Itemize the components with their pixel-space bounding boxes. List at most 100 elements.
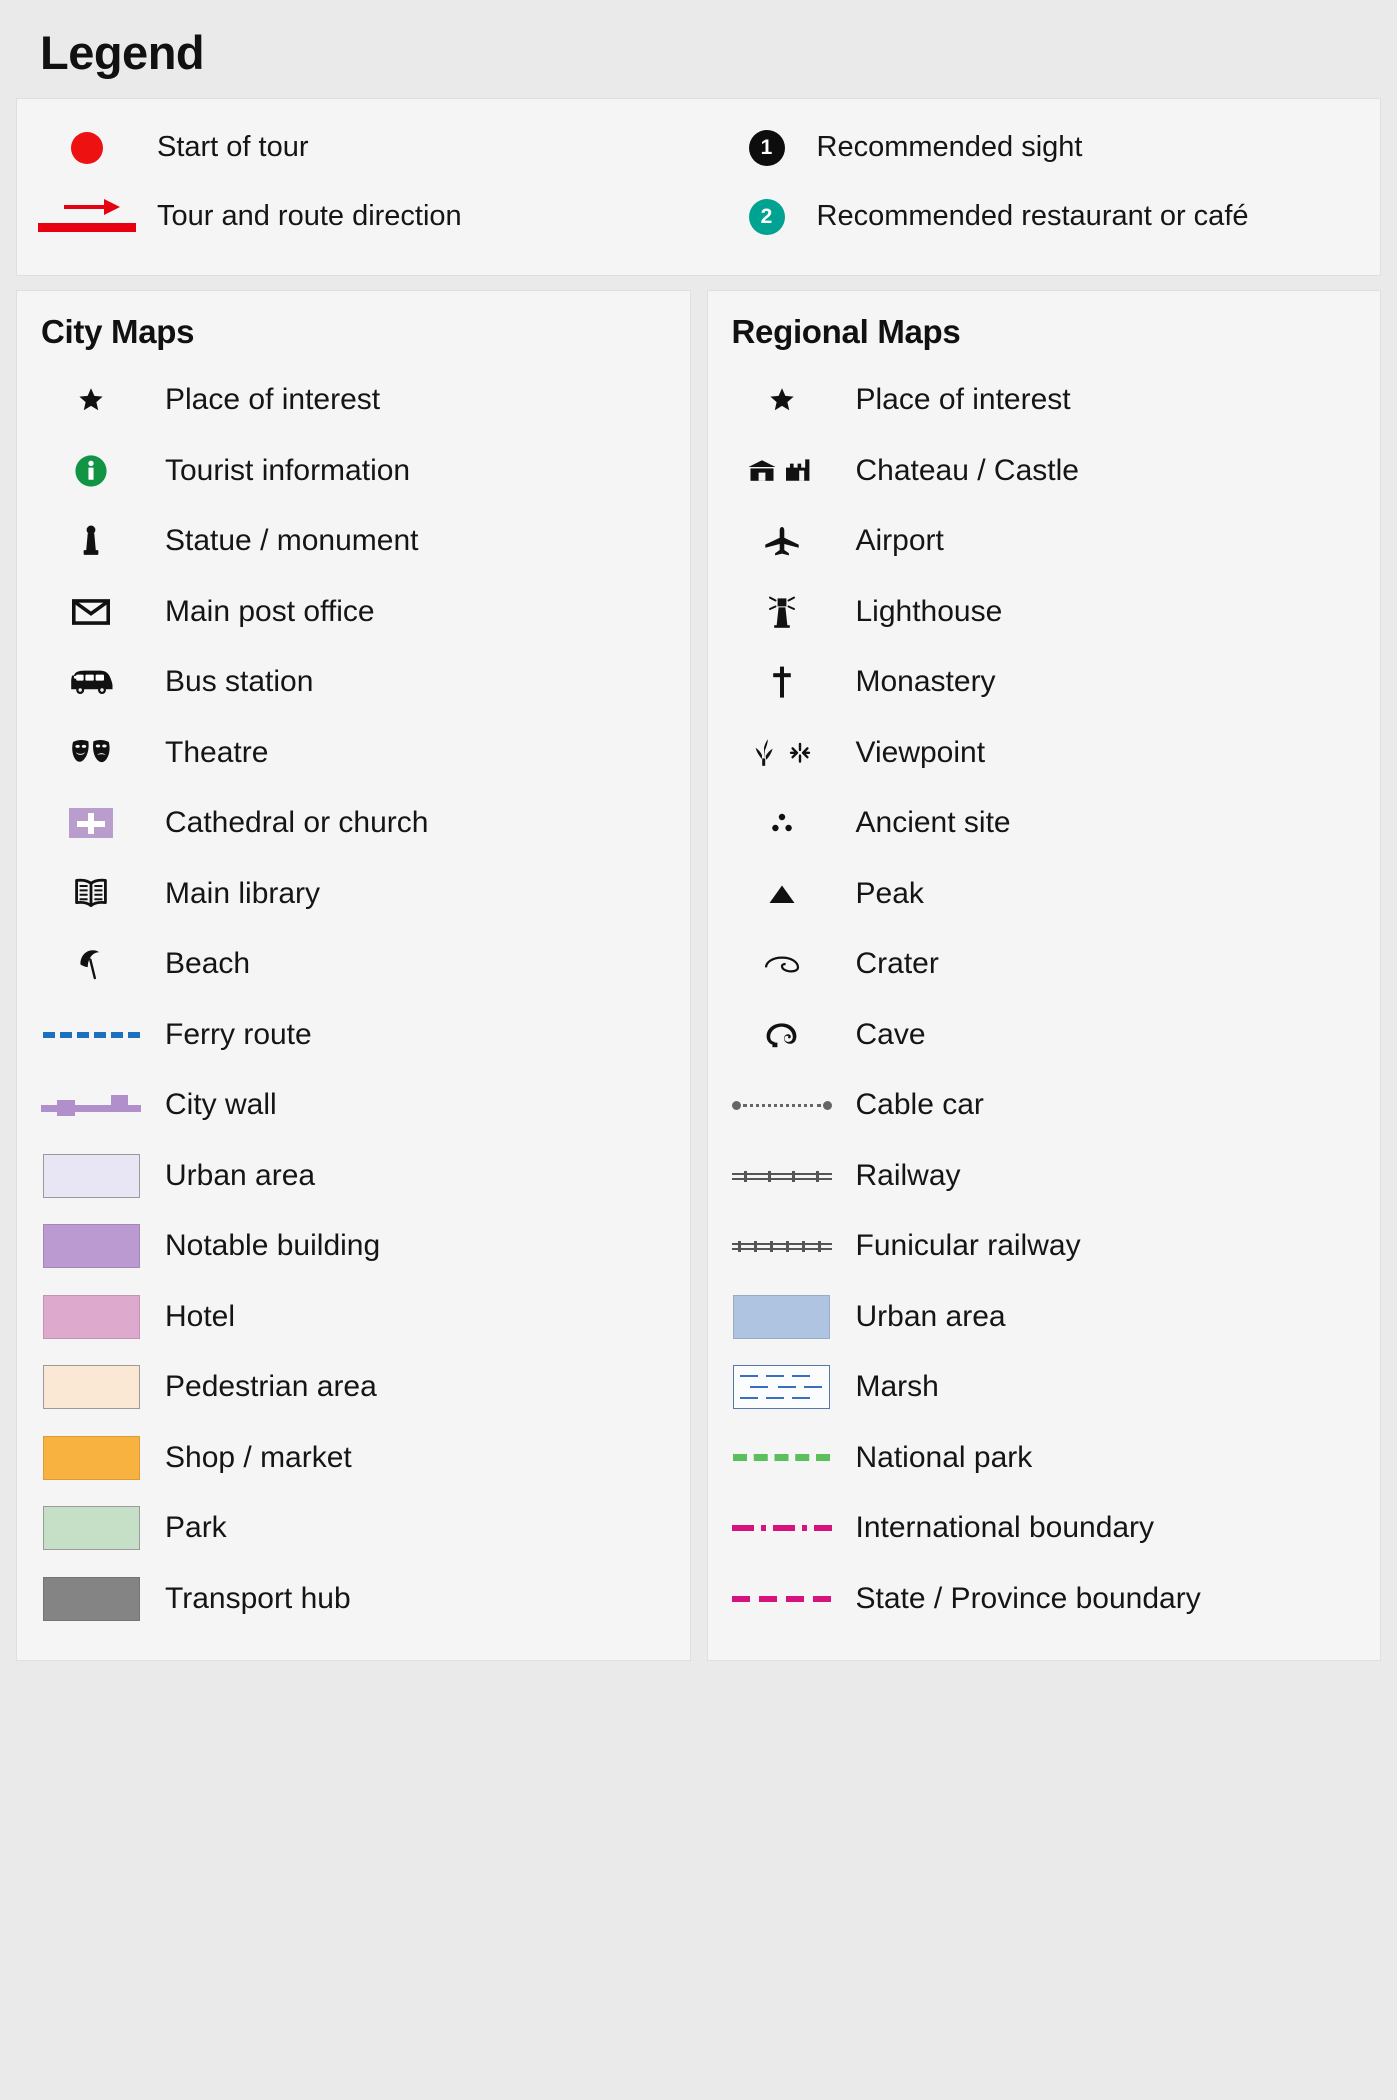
legend-row-park: Park — [17, 1493, 690, 1564]
urban-area-swatch — [17, 1153, 165, 1198]
crater-icon — [708, 952, 856, 976]
legend-row-start-of-tour: Start of tour — [17, 117, 699, 179]
legend-label: Tourist information — [165, 453, 411, 487]
legend-row-monastery: Monastery — [708, 647, 1381, 718]
legend-label: Marsh — [855, 1370, 939, 1404]
park-swatch — [17, 1506, 165, 1551]
legend-row-shop-market: Shop / market — [17, 1423, 690, 1494]
hotel-swatch — [17, 1294, 165, 1339]
page-title: Legend — [40, 26, 205, 79]
legend-row-notable-building: Notable building — [17, 1211, 690, 1282]
legend-row-state-province-boundary: State / Province boundary — [708, 1564, 1381, 1635]
cathedral-church-icon — [17, 808, 165, 839]
cable-car-line — [708, 1098, 856, 1112]
legend-row-urban-area: Urban area — [708, 1282, 1381, 1353]
legend-row-chateau-castle: Chateau / Castle — [708, 436, 1381, 507]
city-maps-panel: City Maps Place of interest Tourist info… — [16, 290, 691, 1662]
regional-maps-panel: Regional Maps Place of interest Chateau … — [706, 290, 1381, 1662]
funicular-railway-line — [708, 1239, 856, 1253]
legend-row-lighthouse: Lighthouse — [708, 577, 1381, 648]
legend-page: Legend Start of tour Tour and route dire… — [0, 0, 1397, 2100]
legend-label: Hotel — [165, 1299, 236, 1333]
legend-label: Chateau / Castle — [855, 453, 1079, 487]
peak-triangle-icon — [708, 882, 856, 906]
legend-label: Place of interest — [165, 383, 381, 417]
legend-label: Bus station — [165, 665, 314, 699]
legend-row-cathedral-or-church: Cathedral or church — [17, 788, 690, 859]
legend-label: Ancient site — [855, 806, 1011, 840]
legend-row-cave: Cave — [708, 1000, 1381, 1071]
legend-label: Airport — [855, 524, 944, 558]
legend-label: Cable car — [855, 1088, 984, 1122]
legend-row-ancient-site: Ancient site — [708, 788, 1381, 859]
legend-row-recommended-restaurant: 2 Recommended restaurant or café — [699, 179, 1381, 255]
legend-label: Urban area — [165, 1158, 316, 1192]
legend-label: Recommended restaurant or café — [816, 200, 1249, 233]
legend-label: Start of tour — [157, 131, 309, 164]
regional-maps-title: Regional Maps — [731, 313, 961, 351]
statue-monument-icon — [17, 524, 165, 558]
legend-row-place-of-interest: Place of interest — [17, 365, 690, 436]
legend-label: Notable building — [165, 1229, 381, 1263]
legend-row-city-wall: City wall — [17, 1070, 690, 1141]
ferry-route-line — [17, 1031, 165, 1038]
tour-legend-left-column: Start of tour Tour and route direction — [17, 117, 699, 255]
legend-row-viewpoint: Viewpoint — [708, 718, 1381, 789]
legend-label: Recommended sight — [816, 131, 1083, 164]
recommended-sight-marker-icon: 1 — [717, 130, 817, 167]
legend-row-bus-station: Bus station — [17, 647, 690, 718]
notable-building-swatch — [17, 1224, 165, 1269]
legend-row-main-library: Main library — [17, 859, 690, 930]
legend-label: Railway — [855, 1158, 961, 1192]
legend-label: Urban area — [855, 1299, 1006, 1333]
state-province-boundary-line — [708, 1594, 856, 1604]
legend-label: Cave — [855, 1017, 926, 1051]
legend-label: Place of interest — [855, 383, 1071, 417]
legend-label: Crater — [855, 947, 939, 981]
legend-row-transport-hub: Transport hub — [17, 1564, 690, 1635]
legend-label: Tour and route direction — [157, 200, 462, 233]
recommended-restaurant-marker-icon: 2 — [717, 199, 817, 236]
legend-row-hotel: Hotel — [17, 1282, 690, 1353]
tourist-information-icon — [17, 454, 165, 488]
legend-label: State / Province boundary — [855, 1581, 1201, 1615]
legend-row-urban-area: Urban area — [17, 1141, 690, 1212]
marsh-swatch — [708, 1365, 856, 1410]
legend-label: National park — [855, 1440, 1033, 1474]
legend-row-place-of-interest: Place of interest — [708, 365, 1381, 436]
legend-row-statue-monument: Statue / monument — [17, 506, 690, 577]
pedestrian-area-swatch — [17, 1365, 165, 1410]
legend-label: Main post office — [165, 594, 375, 628]
railway-line — [708, 1169, 856, 1183]
cave-icon — [708, 1021, 856, 1049]
open-book-icon — [17, 877, 165, 911]
legend-row-beach: Beach — [17, 929, 690, 1000]
legend-label: Viewpoint — [855, 735, 986, 769]
legend-label: City wall — [165, 1088, 277, 1122]
legend-row-funicular-railway: Funicular railway — [708, 1211, 1381, 1282]
star-icon — [17, 385, 165, 415]
legend-label: Theatre — [165, 735, 269, 769]
legend-row-tourist-information: Tourist information — [17, 436, 690, 507]
badge-number: 1 — [748, 130, 785, 167]
legend-label: Monastery — [855, 665, 996, 699]
legend-label: Shop / market — [165, 1440, 352, 1474]
urban-area-swatch — [708, 1294, 856, 1339]
airplane-icon — [708, 525, 856, 557]
legend-row-peak: Peak — [708, 859, 1381, 930]
legend-label: Statue / monument — [165, 524, 419, 558]
legend-label: International boundary — [855, 1511, 1155, 1545]
legend-row-recommended-sight: 1 Recommended sight — [699, 117, 1381, 179]
legend-label: Cathedral or church — [165, 806, 429, 840]
chateau-castle-icon — [708, 455, 856, 487]
viewpoint-icon — [708, 738, 856, 768]
legend-label: Park — [165, 1511, 227, 1545]
tour-legend-panel: Start of tour Tour and route direction 1… — [16, 98, 1381, 277]
legend-row-airport: Airport — [708, 506, 1381, 577]
legend-label: Main library — [165, 876, 321, 910]
legend-columns: City Maps Place of interest Tourist info… — [16, 290, 1381, 1662]
badge-number: 2 — [748, 199, 785, 236]
monastery-cross-icon — [708, 665, 856, 699]
legend-row-crater: Crater — [708, 929, 1381, 1000]
legend-row-national-park: National park — [708, 1423, 1381, 1494]
